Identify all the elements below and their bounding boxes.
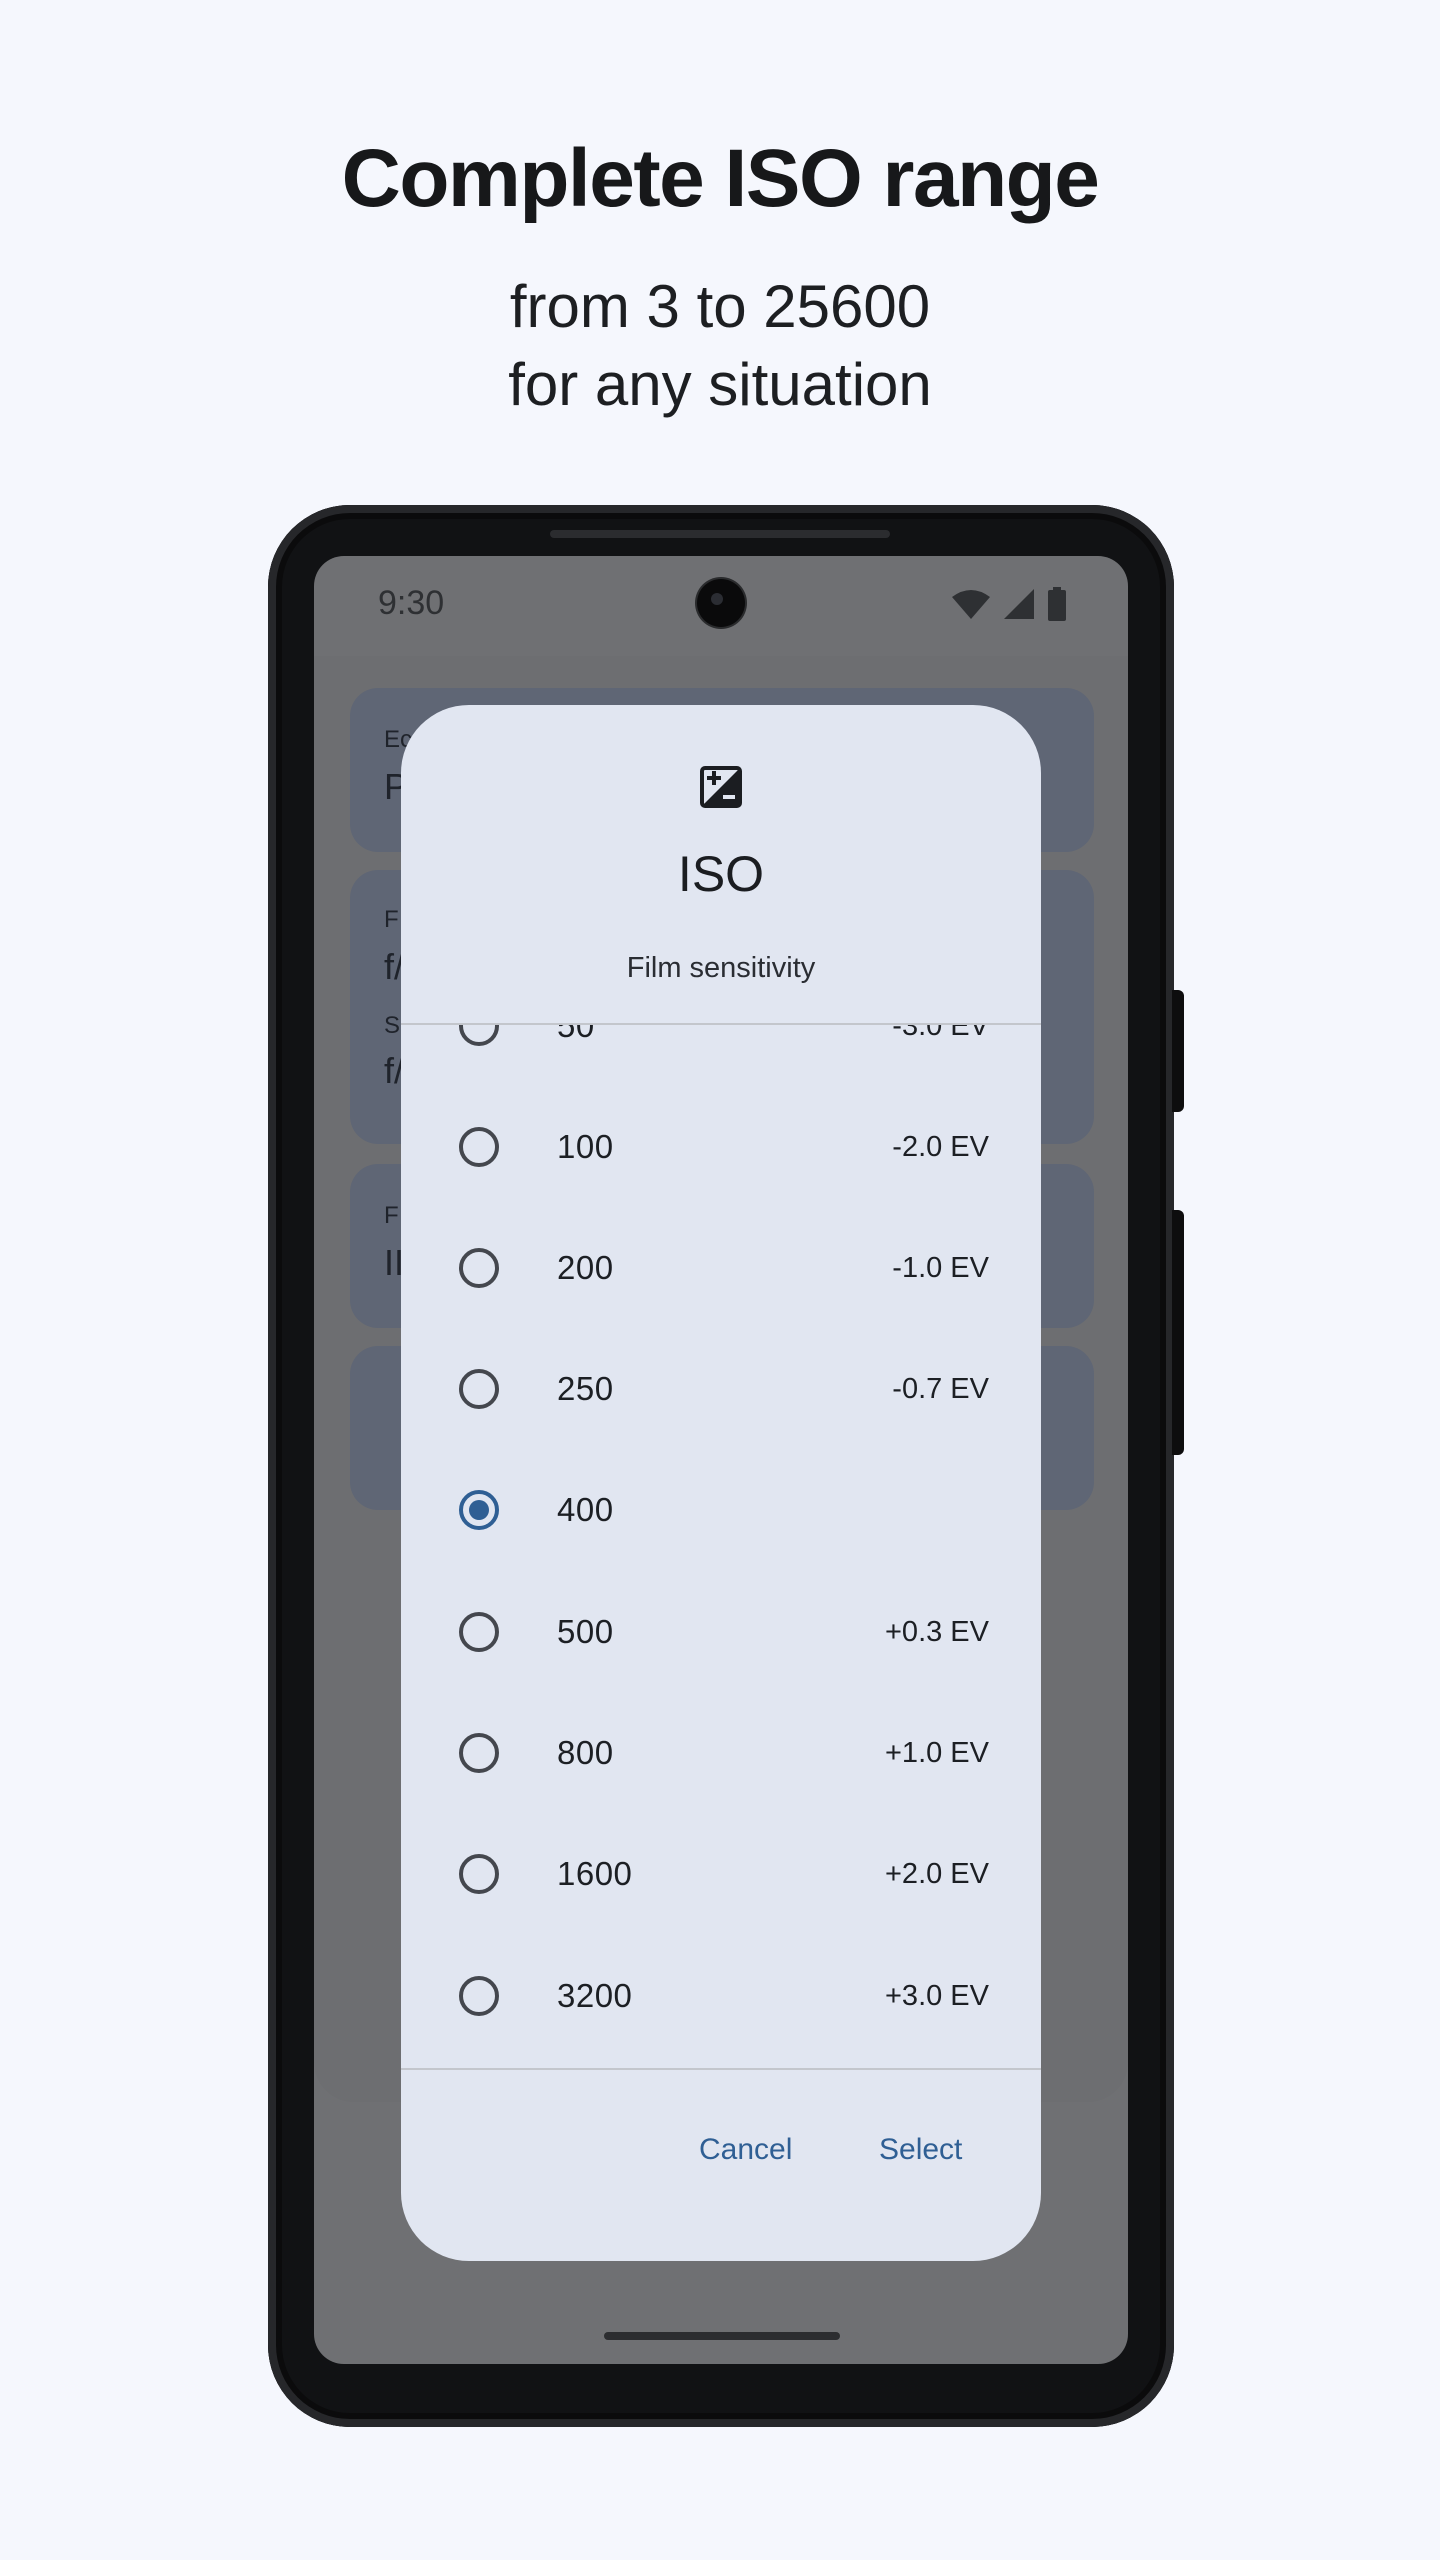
iso-value: 250 [557, 1370, 614, 1407]
home-indicator[interactable] [604, 2332, 840, 2340]
ev-offset: -1.0 EV [892, 1252, 989, 1284]
promo-subtitle-line2: for any situation [508, 351, 932, 418]
iso-value: 800 [557, 1734, 614, 1771]
radio-button[interactable] [459, 1733, 499, 1773]
radio-button[interactable] [459, 1025, 499, 1046]
iso-option-list[interactable]: 50 -3.0 EV 100 -2.0 EV 200 -1.0 EV 250 -… [401, 1025, 1041, 2073]
iso-value: 3200 [557, 1977, 633, 2014]
exposure-icon [700, 766, 742, 808]
phone-speaker [550, 530, 890, 538]
ev-offset: +3.0 EV [885, 1980, 989, 2012]
radio-button[interactable] [459, 1369, 499, 1409]
select-button[interactable]: Select [875, 2125, 966, 2175]
status-icons [952, 586, 1066, 622]
iso-value: 100 [557, 1128, 614, 1165]
iso-dialog: ISO Film sensitivity 50 -3.0 EV 100 -2.0… [401, 705, 1041, 2261]
ev-offset: -3.0 EV [892, 1025, 989, 1042]
status-time: 9:30 [378, 584, 445, 622]
phone-power-button [1172, 990, 1184, 1112]
iso-option-selected[interactable]: 400 [401, 1449, 1041, 1570]
iso-option[interactable]: 3200 +3.0 EV [401, 1935, 1041, 2056]
background-card-label: F [384, 1202, 399, 1229]
dialog-description: Film sensitivity [626, 952, 816, 984]
cancel-button[interactable]: Cancel [695, 2125, 796, 2175]
iso-option[interactable]: 200 -1.0 EV [401, 1207, 1041, 1328]
dialog-actions: Cancel Select [401, 2125, 1041, 2185]
front-camera [697, 579, 745, 627]
phone-volume-button [1172, 1210, 1184, 1455]
background-card-label: F [384, 906, 399, 933]
iso-value: 200 [557, 1249, 614, 1286]
iso-option[interactable]: 1600 +2.0 EV [401, 1813, 1041, 1934]
divider [401, 2068, 1041, 2070]
promo-title: Complete ISO range [341, 133, 1100, 224]
radio-button[interactable] [459, 1127, 499, 1167]
dialog-title: ISO [677, 846, 765, 902]
ev-offset: +1.0 EV [885, 1737, 989, 1769]
ev-offset: +0.3 EV [885, 1616, 989, 1648]
ev-offset: +2.0 EV [885, 1858, 989, 1890]
ev-offset: -0.7 EV [892, 1373, 989, 1405]
iso-value: 1600 [557, 1855, 633, 1892]
iso-option[interactable]: 100 -2.0 EV [401, 1086, 1041, 1207]
wifi-icon [952, 590, 990, 619]
iso-option[interactable]: 800 +1.0 EV [401, 1692, 1041, 1813]
promo-subtitle-line1: from 3 to 25600 [509, 273, 931, 340]
promo-subtitle: from 3 to 25600 for any situation [0, 268, 1440, 424]
ev-offset: -2.0 EV [892, 1131, 989, 1163]
radio-button[interactable] [459, 1612, 499, 1652]
iso-value: 500 [557, 1613, 614, 1650]
iso-option[interactable]: 500 +0.3 EV [401, 1571, 1041, 1692]
radio-button[interactable] [459, 1976, 499, 2016]
radio-button[interactable] [459, 1248, 499, 1288]
radio-button[interactable] [459, 1854, 499, 1894]
signal-icon [1004, 589, 1034, 619]
iso-option[interactable]: 50 -3.0 EV [401, 1025, 1041, 1086]
background-card-label: S [384, 1012, 401, 1039]
iso-option[interactable]: 250 -0.7 EV [401, 1328, 1041, 1449]
iso-value: 400 [557, 1491, 614, 1528]
iso-value: 50 [557, 1025, 595, 1044]
radio-button-checked[interactable] [459, 1490, 499, 1530]
battery-icon [1048, 587, 1066, 621]
